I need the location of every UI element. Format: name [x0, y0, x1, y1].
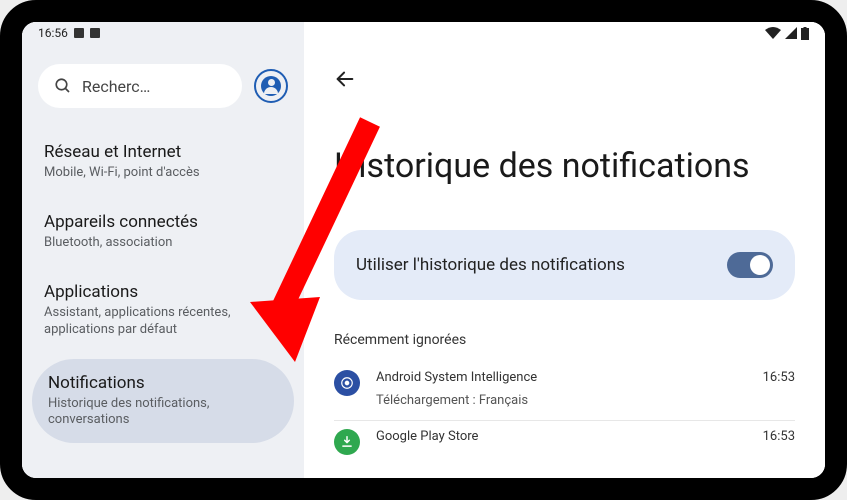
notification-list: Android System Intelligence Téléchargeme… — [334, 362, 795, 467]
status-icon-1 — [74, 28, 84, 38]
notification-row[interactable]: Android System Intelligence Téléchargeme… — [334, 362, 795, 421]
sidebar-item-sub: Historique des notifications, conversati… — [48, 396, 278, 430]
back-button[interactable] — [334, 68, 356, 96]
signal-icon — [785, 27, 797, 39]
sidebar-item-title: Réseau et Internet — [44, 142, 282, 162]
toggle-label: Utiliser l'historique des notifications — [356, 255, 625, 275]
notification-time: 16:53 — [763, 429, 795, 444]
sidebar-item-title: Applications — [44, 282, 282, 302]
switch-thumb — [750, 255, 770, 275]
search-placeholder: Recherc… — [82, 77, 150, 96]
settings-sidebar: Recherc… Réseau et Internet Mobile, Wi-F… — [22, 22, 304, 478]
download-icon — [340, 435, 354, 449]
main-pane: Historique des notifications Utiliser l'… — [304, 22, 825, 478]
wifi-icon — [765, 27, 781, 39]
notification-time: 16:53 — [763, 370, 795, 385]
sidebar-item-connected-devices[interactable]: Appareils connectés Bluetooth, associati… — [22, 198, 304, 268]
app-icon — [334, 429, 360, 455]
sidebar-item-sub: Mobile, Wi-Fi, point d'accès — [44, 165, 282, 182]
sidebar-item-sub: Assistant, applications récentes, applic… — [44, 305, 282, 339]
notification-app-name: Android System Intelligence — [376, 370, 747, 385]
target-icon — [340, 376, 354, 390]
search-icon — [54, 77, 72, 95]
sidebar-item-network[interactable]: Réseau et Internet Mobile, Wi-Fi, point … — [22, 128, 304, 198]
tablet-frame: 16:56 Recherc… Réseau et — [0, 0, 847, 500]
sidebar-item-applications[interactable]: Applications Assistant, applications réc… — [22, 268, 304, 355]
history-toggle-switch[interactable] — [727, 252, 773, 278]
notification-app-name: Google Play Store — [376, 429, 747, 444]
sidebar-item-title: Notifications — [48, 373, 278, 393]
section-header-recent: Récemment ignorées — [334, 332, 795, 348]
notification-row[interactable]: Google Play Store 16:53 — [334, 421, 795, 467]
status-icon-2 — [90, 28, 100, 38]
search-input[interactable]: Recherc… — [38, 64, 242, 108]
status-bar: 16:56 — [22, 22, 825, 44]
status-time: 16:56 — [38, 26, 68, 40]
sidebar-item-notifications[interactable]: Notifications Historique des notificatio… — [32, 359, 294, 444]
arrow-left-icon — [334, 68, 356, 90]
person-icon — [261, 76, 281, 96]
notification-detail: Téléchargement : Français — [376, 393, 747, 408]
sidebar-item-title: Appareils connectés — [44, 212, 282, 232]
battery-icon — [801, 27, 809, 40]
history-toggle-card[interactable]: Utiliser l'historique des notifications — [334, 230, 795, 300]
app-icon — [334, 370, 360, 396]
account-avatar[interactable] — [254, 69, 288, 103]
sidebar-item-sub: Bluetooth, association — [44, 235, 282, 252]
screen: 16:56 Recherc… Réseau et — [22, 22, 825, 478]
page-title: Historique des notifications — [334, 146, 795, 186]
